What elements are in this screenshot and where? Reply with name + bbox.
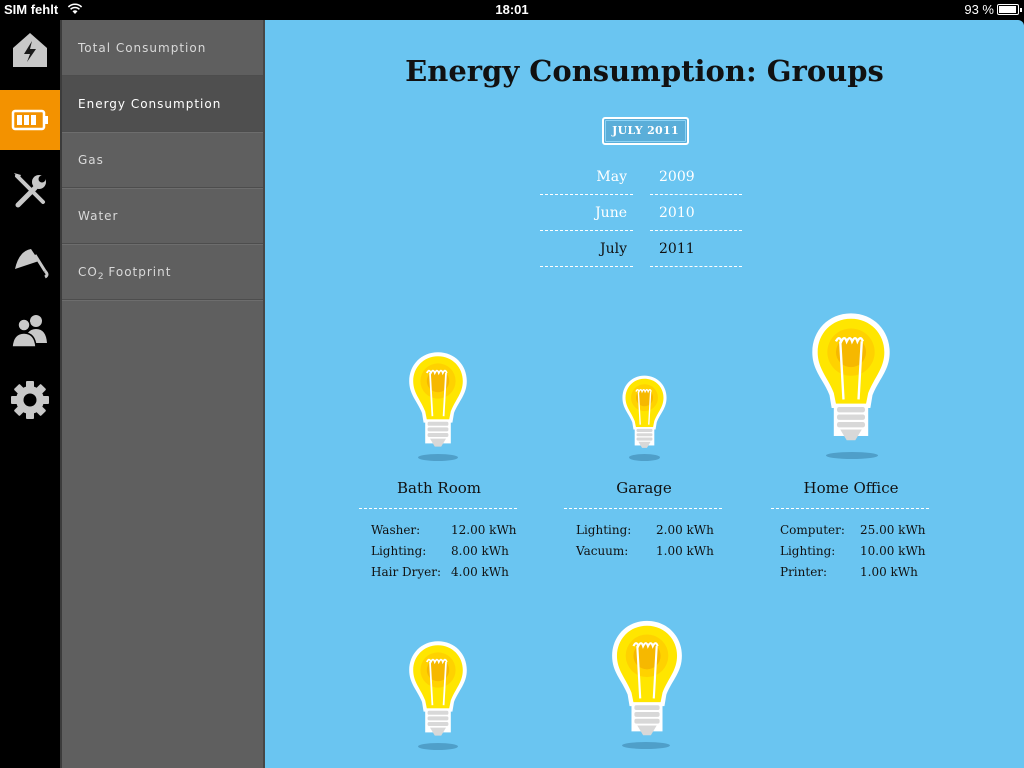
picker-row[interactable]: June 2010 bbox=[540, 195, 742, 231]
group-name[interactable]: Bath Room bbox=[359, 479, 519, 497]
lightbulb-icon[interactable] bbox=[406, 638, 470, 742]
submenu-item-co2-footprint[interactable]: CO2 Footprint bbox=[62, 244, 263, 300]
battery-status-icon bbox=[997, 4, 1022, 15]
usage-row: Washer: 12.00 kWh bbox=[371, 523, 517, 537]
submenu-item-energy-consumption[interactable]: Energy Consumption bbox=[62, 76, 272, 132]
bulb-shadow bbox=[826, 452, 878, 459]
submenu-item-gas[interactable]: Gas bbox=[62, 132, 263, 188]
icon-rail bbox=[0, 20, 66, 768]
rail-item-groups[interactable] bbox=[0, 300, 60, 360]
group-usage-list: Washer: 12.00 kWh Lighting: 8.00 kWh Hair … bbox=[371, 520, 517, 583]
rail-item-water[interactable] bbox=[0, 230, 60, 290]
shower-icon bbox=[15, 249, 49, 279]
group-usage-list: Computer: 25.00 kWh Lighting: 10.00 kWh Pr… bbox=[780, 520, 926, 583]
rail-item-settings[interactable] bbox=[0, 370, 60, 430]
bulb-shadow bbox=[418, 743, 458, 750]
content-panel: Energy Consumption: Groups JULY 2011 May… bbox=[265, 20, 1024, 768]
picker-row-selected[interactable]: July 2011 bbox=[540, 231, 742, 267]
submenu-item-total-consumption[interactable]: Total Consumption bbox=[62, 20, 263, 76]
lightbulb-icon[interactable] bbox=[608, 617, 686, 743]
picker-month[interactable]: June bbox=[540, 195, 633, 231]
picker-year[interactable]: 2009 bbox=[650, 159, 742, 195]
picker-month[interactable]: May bbox=[540, 159, 633, 195]
picker-row[interactable]: May 2009 bbox=[540, 159, 742, 195]
usage-row: Lighting: 2.00 kWh bbox=[576, 523, 714, 537]
rail-item-tools[interactable] bbox=[0, 160, 60, 220]
usage-row: Lighting: 10.00 kWh bbox=[780, 544, 926, 558]
usage-row: Computer: 25.00 kWh bbox=[780, 523, 926, 537]
rail-item-energy[interactable] bbox=[0, 90, 66, 150]
rail-item-home[interactable] bbox=[0, 20, 60, 80]
bulb-shadow bbox=[622, 742, 670, 749]
page-title: Energy Consumption: Groups bbox=[405, 54, 884, 88]
submenu-item-water[interactable]: Water bbox=[62, 188, 263, 244]
picker-year[interactable]: 2010 bbox=[650, 195, 742, 231]
clock: 18:01 bbox=[495, 2, 529, 17]
group-name[interactable]: Garage bbox=[564, 479, 724, 497]
group-divider bbox=[564, 508, 722, 509]
sub-menu: Total Consumption Energy Consumption Gas… bbox=[60, 20, 272, 768]
group-usage-list: Lighting: 2.00 kWh Vacuum: 1.00 kWh bbox=[576, 520, 714, 562]
battery-percent: 93 % bbox=[964, 2, 994, 17]
status-bar: SIM fehlt 18:01 93 % bbox=[0, 0, 1024, 20]
users-icon bbox=[11, 315, 47, 348]
home-office-bulb-icon[interactable] bbox=[808, 309, 894, 449]
bulb-shadow bbox=[629, 454, 660, 461]
house-lightning-icon bbox=[13, 33, 47, 67]
picker-year[interactable]: 2011 bbox=[650, 231, 742, 267]
bulb-shadow bbox=[418, 454, 458, 461]
bath-room-bulb-icon[interactable] bbox=[406, 349, 470, 453]
usage-row: Vacuum: 1.00 kWh bbox=[576, 544, 714, 558]
usage-row: Printer: 1.00 kWh bbox=[780, 565, 918, 579]
group-divider bbox=[359, 508, 517, 509]
group-divider bbox=[771, 508, 929, 509]
usage-row: Lighting: 8.00 kWh bbox=[371, 544, 509, 558]
battery-icon bbox=[11, 109, 48, 131]
gear-icon bbox=[11, 381, 49, 419]
picker-month[interactable]: July bbox=[540, 231, 633, 267]
group-name[interactable]: Home Office bbox=[771, 479, 931, 497]
tools-icon bbox=[14, 173, 46, 208]
usage-row: Hair Dryer: 4.00 kWh bbox=[371, 565, 509, 579]
period-button[interactable]: JULY 2011 bbox=[602, 117, 689, 145]
garage-bulb-icon[interactable] bbox=[620, 373, 669, 453]
